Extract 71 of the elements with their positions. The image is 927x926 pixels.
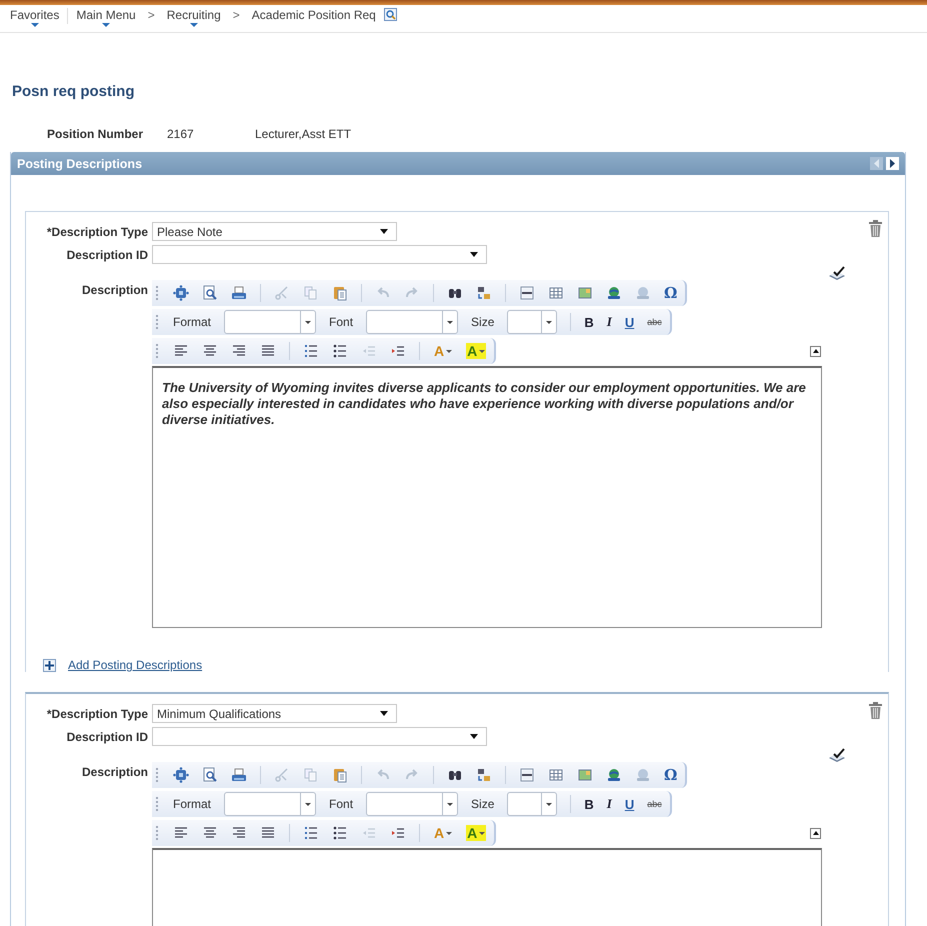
field-label: *Description Type [46, 224, 148, 239]
description-editor[interactable]: The University of Wyoming invites diverse applicants to consider our employment opportunities. We are also especially interested in candidates who have experience working with diverse populations and/or diverse initiatives. [152, 366, 822, 628]
bullet-list-icon[interactable] [332, 343, 348, 359]
search-icon[interactable] [384, 8, 397, 21]
page-title: Posn req posting [12, 83, 136, 100]
image-icon[interactable] [577, 285, 593, 301]
next-button[interactable] [886, 157, 899, 170]
left-arrow-icon [873, 159, 880, 168]
link-icon[interactable] [606, 285, 622, 301]
size-label: Size [471, 315, 494, 329]
collapse-button[interactable] [810, 346, 821, 356]
highlight-color-button[interactable]: A [466, 825, 486, 841]
replace-icon[interactable] [476, 767, 492, 783]
position-title: Lecturer,Asst ETT [255, 127, 352, 141]
spellcheck-icon[interactable] [828, 748, 846, 764]
link-icon[interactable] [606, 767, 622, 783]
special-character-button[interactable]: Ω [664, 766, 678, 784]
preview-icon[interactable] [202, 767, 218, 783]
format-label: Format [173, 797, 212, 811]
table-icon[interactable] [548, 767, 564, 783]
print-icon[interactable] [231, 767, 247, 783]
replace-icon[interactable] [476, 285, 492, 301]
trash-icon[interactable] [869, 220, 882, 237]
italic-button[interactable]: I [606, 796, 612, 812]
strikethrough-button[interactable]: abc [647, 317, 662, 327]
bullet-list-icon[interactable] [332, 825, 348, 841]
field-label: Description ID [66, 729, 148, 744]
source-icon[interactable] [173, 767, 189, 783]
print-icon[interactable] [231, 285, 247, 301]
trash-icon[interactable] [869, 702, 882, 719]
spellcheck-icon[interactable] [828, 266, 846, 282]
position-number: 2167 [167, 127, 195, 141]
collapse-button[interactable] [810, 828, 821, 838]
breadcrumb-separator: > [232, 8, 241, 22]
size-label: Size [471, 797, 494, 811]
special-character-button[interactable]: Ω [664, 284, 678, 302]
font-label: Font [329, 797, 354, 811]
breadcrumb-menu[interactable]: Main Menu [76, 8, 136, 27]
right-arrow-icon [889, 159, 896, 168]
preview-icon[interactable] [202, 285, 218, 301]
source-icon[interactable] [173, 285, 189, 301]
italic-button[interactable]: I [606, 314, 612, 330]
underline-button[interactable]: U [624, 314, 634, 330]
add-button[interactable] [43, 658, 56, 672]
font-label: Font [329, 315, 354, 329]
image-icon[interactable] [577, 767, 593, 783]
underline-button[interactable]: U [624, 796, 634, 812]
numbered-list-icon[interactable] [303, 825, 319, 841]
strikethrough-button[interactable]: abc [647, 799, 662, 809]
numbered-list-icon[interactable] [303, 343, 319, 359]
breadcrumb-separator: > [146, 8, 156, 22]
table-icon[interactable] [548, 285, 564, 301]
description-type-select[interactable]: Minimum Qualifications [152, 704, 397, 723]
breadcrumb-menu[interactable]: Favorites [10, 8, 60, 27]
format-label: Format [173, 315, 212, 329]
field-label: *Description Type [46, 706, 148, 721]
highlight-color-button[interactable]: A [466, 343, 486, 359]
field-label: Description [80, 282, 148, 297]
breadcrumb-current: Academic Position Req [252, 8, 376, 22]
field-label: Position Number [47, 127, 144, 141]
field-label: Description ID [66, 247, 148, 262]
paste-icon[interactable] [332, 767, 348, 783]
field-label: Description [80, 764, 148, 779]
bold-button[interactable]: B [584, 314, 594, 330]
bold-button[interactable]: B [584, 796, 594, 812]
breadcrumb-menu[interactable]: Recruiting [166, 8, 221, 27]
paste-icon[interactable] [332, 285, 348, 301]
panel-title: Posting Descriptions [17, 156, 142, 170]
add-posting-descriptions-link[interactable]: Add Posting Descriptions [68, 658, 202, 672]
plus-icon [45, 660, 54, 670]
description-type-select[interactable]: Please Note [152, 222, 397, 241]
